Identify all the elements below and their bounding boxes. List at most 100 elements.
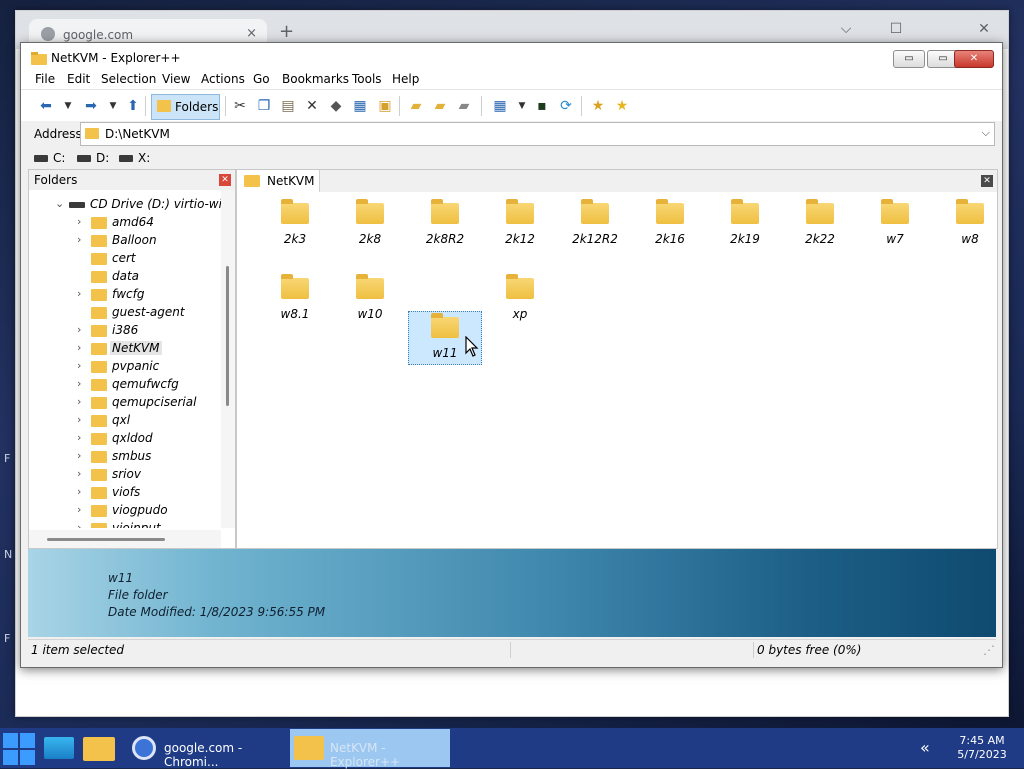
- chevron-right-icon[interactable]: ›: [77, 233, 81, 246]
- close-icon[interactable]: ✕: [981, 175, 993, 187]
- forward-dropdown-icon[interactable]: ▼: [104, 97, 122, 115]
- folder-item[interactable]: w10: [334, 273, 406, 325]
- menu-view[interactable]: View: [162, 72, 190, 86]
- chevron-right-icon[interactable]: ›: [77, 503, 81, 516]
- paste-icon[interactable]: ▤: [279, 97, 297, 115]
- menu-bookmarks[interactable]: Bookmarks: [282, 72, 349, 86]
- bookmarks-icon[interactable]: ★: [613, 97, 631, 115]
- taskbar-chrome-button[interactable]: google.com - Chromi...: [128, 729, 284, 769]
- folder-item[interactable]: 2k8: [334, 198, 406, 250]
- clock[interactable]: 7:45 AM 5/7/2023: [952, 734, 1012, 762]
- chevron-right-icon[interactable]: ›: [77, 449, 81, 462]
- folder-icon: [506, 274, 534, 299]
- menu-actions[interactable]: Actions: [201, 72, 245, 86]
- delete-icon[interactable]: ✕: [303, 97, 321, 115]
- chevron-right-icon[interactable]: ›: [77, 485, 81, 498]
- toolbar-separator: [481, 96, 482, 116]
- menu-selection[interactable]: Selection: [101, 72, 156, 86]
- status-separator: [510, 642, 511, 658]
- folders-toggle-button[interactable]: Folders: [151, 94, 220, 120]
- chevron-right-icon[interactable]: ›: [77, 395, 81, 408]
- up-arrow-icon[interactable]: ⬆: [124, 97, 142, 115]
- menu-edit[interactable]: Edit: [67, 72, 90, 86]
- copy-icon[interactable]: ❐: [255, 97, 273, 115]
- status-bar: 1 item selected 0 bytes free (0%) ⋰: [28, 639, 996, 660]
- delete-permanently-icon[interactable]: ◆: [327, 97, 345, 115]
- view-dropdown-icon[interactable]: ▼: [513, 97, 531, 115]
- chevron-right-icon[interactable]: ›: [77, 341, 81, 354]
- chevron-right-icon[interactable]: ›: [77, 287, 81, 300]
- close-icon[interactable]: ✕: [219, 174, 231, 186]
- chevron-right-icon[interactable]: ›: [77, 359, 81, 372]
- close-button[interactable]: ✕: [954, 50, 994, 68]
- chevron-right-icon[interactable]: ›: [77, 413, 81, 426]
- chevron-down-icon[interactable]: ⌄: [55, 197, 64, 210]
- properties-icon[interactable]: ▦: [351, 97, 369, 115]
- command-prompt-icon[interactable]: ▪: [533, 97, 551, 115]
- new-folder-icon[interactable]: ▰: [407, 97, 425, 115]
- show-hidden-icons-chevron-icon[interactable]: «: [920, 738, 930, 757]
- cut-icon[interactable]: ✂: [231, 97, 249, 115]
- chevron-right-icon[interactable]: ›: [77, 521, 81, 528]
- folder-item-label: 2k3: [283, 232, 307, 246]
- folder-item[interactable]: 2k3: [259, 198, 331, 250]
- chevron-right-icon[interactable]: ›: [77, 467, 81, 480]
- back-dropdown-icon[interactable]: ▼: [59, 97, 77, 115]
- chrome-close-button[interactable]: ✕: [974, 21, 994, 37]
- taskbar-desktop-button[interactable]: [43, 732, 77, 764]
- folder-item[interactable]: w8: [934, 198, 1006, 250]
- drive-d-button[interactable]: D:: [77, 151, 109, 165]
- folder-item[interactable]: w8.1: [259, 273, 331, 325]
- folder-item[interactable]: 2k12: [484, 198, 556, 250]
- chevron-right-icon[interactable]: ›: [77, 215, 81, 228]
- folder-item[interactable]: 2k16: [634, 198, 706, 250]
- add-bookmark-icon[interactable]: ★: [589, 97, 607, 115]
- tree-item-label: fwcfg: [112, 287, 145, 301]
- scrollbar-thumb[interactable]: [226, 266, 229, 406]
- folder-icon: [281, 199, 309, 224]
- windows-logo-icon: [20, 750, 35, 765]
- tree-vertical-scrollbar[interactable]: [221, 190, 235, 528]
- drive-x-button[interactable]: X:: [119, 151, 150, 165]
- chevron-down-icon[interactable]: ⌵: [982, 126, 990, 140]
- chevron-right-icon[interactable]: ›: [77, 323, 81, 336]
- resize-grip-icon[interactable]: ⋰: [983, 643, 995, 657]
- chevron-right-icon[interactable]: ›: [77, 431, 81, 444]
- tab-netkvm[interactable]: NetKVM: [237, 170, 320, 192]
- taskbar-explorerpp-button[interactable]: NetKVM - Explorer++: [290, 729, 450, 769]
- new-tab-button[interactable]: +: [279, 23, 294, 41]
- folder-item[interactable]: xp: [484, 273, 556, 325]
- refresh-icon[interactable]: ⟳: [557, 97, 575, 115]
- folder-item[interactable]: 2k8R2: [409, 198, 481, 250]
- back-arrow-icon[interactable]: ⬅: [37, 97, 55, 115]
- menu-help[interactable]: Help: [392, 72, 419, 86]
- folder-icon: [806, 199, 834, 224]
- folder-item[interactable]: 2k12R2: [559, 198, 631, 250]
- start-button[interactable]: [2, 732, 36, 765]
- folder-item[interactable]: 2k22: [784, 198, 856, 250]
- scrollbar-thumb[interactable]: [47, 538, 165, 541]
- minimize-button[interactable]: ▭: [893, 50, 925, 68]
- folder-item[interactable]: w7: [859, 198, 931, 250]
- folder-item[interactable]: 2k19: [709, 198, 781, 250]
- folder-icon: [506, 199, 534, 224]
- folder-icon: [91, 415, 107, 427]
- chevron-right-icon[interactable]: ›: [77, 377, 81, 390]
- title-bar[interactable]: NetKVM - Explorer++ ▭ ▭ ✕: [21, 43, 1002, 73]
- menu-tools[interactable]: Tools: [352, 72, 382, 86]
- chrome-tab-search-button[interactable]: ⌵: [836, 21, 856, 37]
- move-to-folder-icon[interactable]: ▰: [455, 97, 473, 115]
- forward-arrow-icon[interactable]: ➡: [82, 97, 100, 115]
- search-folder-icon[interactable]: ▣: [376, 97, 394, 115]
- chrome-maximize-button[interactable]: ☐: [886, 21, 906, 37]
- tree-horizontal-scrollbar[interactable]: [29, 530, 221, 548]
- taskbar-file-explorer-button[interactable]: [82, 732, 116, 764]
- menu-file[interactable]: File: [35, 72, 55, 86]
- drive-c-button[interactable]: C:: [34, 151, 65, 165]
- close-icon[interactable]: ×: [246, 26, 257, 41]
- address-input[interactable]: D:\NetKVM ⌵: [80, 122, 995, 146]
- copy-to-folder-icon[interactable]: ▰: [431, 97, 449, 115]
- view-grid-icon[interactable]: ▦: [491, 97, 509, 115]
- menu-go[interactable]: Go: [253, 72, 270, 86]
- folder-item-label: w7: [886, 232, 904, 246]
